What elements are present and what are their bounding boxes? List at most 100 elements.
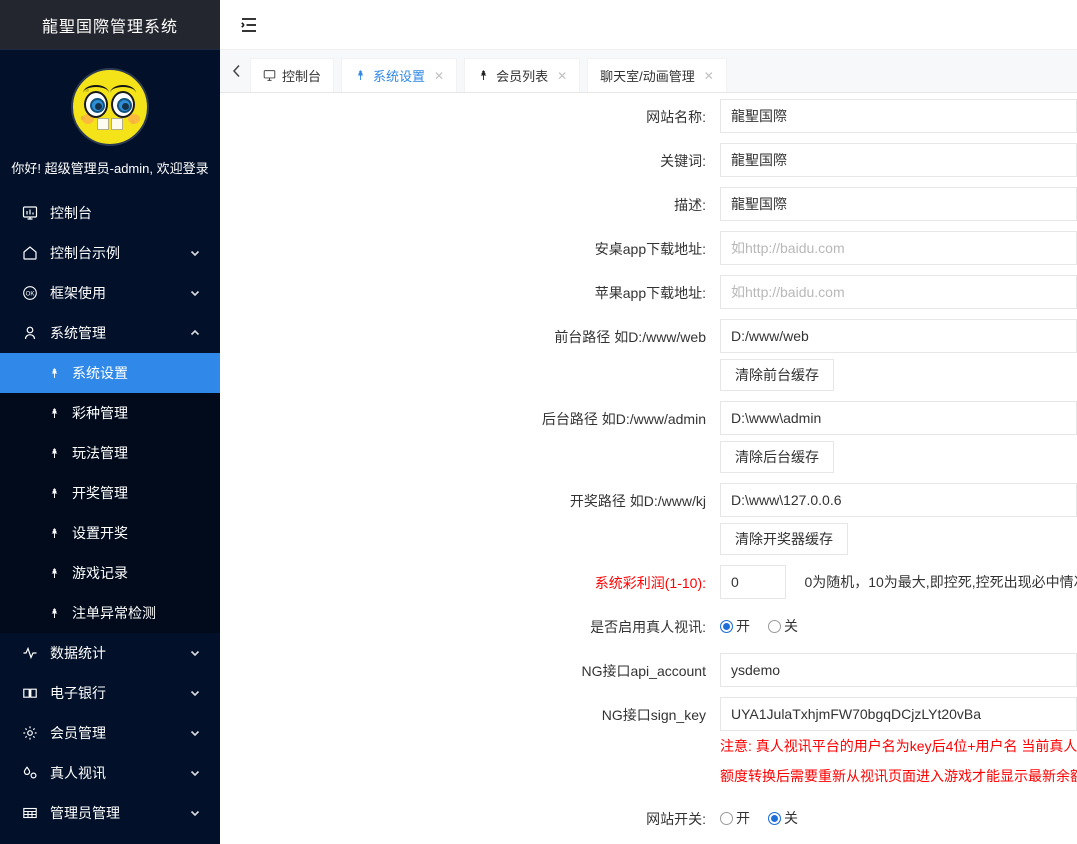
- tab-system-settings[interactable]: 系统设置 ✕: [341, 58, 457, 92]
- tab-label: 会员列表: [496, 66, 548, 85]
- sidebar-item-system[interactable]: 系统管理: [0, 313, 220, 353]
- field-label: 网站名称:: [220, 99, 720, 127]
- field-row-front-path: 前台路径 如D:/www/web 清除前台缓存: [220, 319, 1077, 391]
- sidebar-item-ebank[interactable]: 电子银行: [0, 673, 220, 713]
- tab-label: 控制台: [282, 66, 321, 85]
- tab-member-list[interactable]: 会员列表 ✕: [464, 58, 580, 92]
- sidebar-item-statistics[interactable]: 数据统计: [0, 633, 220, 673]
- sidebar-item-console-demo[interactable]: 控制台示例: [0, 233, 220, 273]
- chevron-down-icon[interactable]: [188, 766, 202, 780]
- clear-front-cache-button[interactable]: 清除前台缓存: [720, 359, 834, 391]
- sidebar-subitem-label: 开奖管理: [72, 483, 128, 503]
- clear-lottery-cache-button[interactable]: 清除开奖器缓存: [720, 523, 848, 555]
- sidebar-item-label: 真人视讯: [50, 763, 188, 783]
- sidebar-item-console[interactable]: 控制台: [0, 193, 220, 233]
- chevron-down-icon[interactable]: [188, 246, 202, 260]
- sidebar-item-admin-management[interactable]: 管理员管理: [0, 793, 220, 833]
- sidebar-item-system-settings[interactable]: 系统设置: [0, 353, 220, 393]
- close-icon[interactable]: ✕: [434, 69, 444, 83]
- ok-badge-icon: OK: [20, 283, 40, 303]
- chevron-down-icon[interactable]: [188, 286, 202, 300]
- live-video-radio-on[interactable]: 开: [720, 616, 750, 636]
- user-icon: [20, 323, 40, 343]
- main-area: 控制台 系统设置 ✕ 会员列表 ✕ 聊天室/动画管理 ✕: [220, 0, 1077, 844]
- sidebar-item-bet-anomaly[interactable]: 注单异常检测: [0, 593, 220, 633]
- front-path-input[interactable]: [720, 319, 1077, 353]
- radio-label: 关: [784, 616, 798, 636]
- site-switch-radio-group: 开 关: [720, 801, 1077, 835]
- field-row-profit: 系统彩利润(1-10): 0为随机，10为最大,即控死,控死出现必中情况会造成前…: [220, 565, 1077, 599]
- admin-path-input[interactable]: [720, 401, 1077, 435]
- live-video-radio-off[interactable]: 关: [768, 616, 798, 636]
- sidebar-item-label: 控制台: [50, 203, 188, 223]
- sidebar-submenu-system: 系统设置 彩种管理 玩法管理: [0, 353, 220, 633]
- profit-hint: 0为随机，10为最大,即控死,控死出现必中情况会造成前台不开奖，一般设置为1: [804, 565, 1077, 599]
- avatar-pupil: [122, 103, 129, 110]
- sidebar-item-set-draw[interactable]: 设置开奖: [0, 513, 220, 553]
- chevron-left-icon[interactable]: [224, 50, 250, 92]
- site-name-input[interactable]: [720, 99, 1077, 133]
- close-icon[interactable]: ✕: [557, 69, 567, 83]
- avatar[interactable]: [71, 68, 149, 146]
- field-label: NG接口api_account: [220, 653, 720, 681]
- sidebar-item-game-records[interactable]: 游戏记录: [0, 553, 220, 593]
- sidebar-item-framework[interactable]: OK 框架使用: [0, 273, 220, 313]
- android-app-url-input[interactable]: [720, 231, 1077, 265]
- ng-api-account-input[interactable]: [720, 653, 1077, 687]
- chevron-down-icon[interactable]: [188, 646, 202, 660]
- sidebar-subitem-label: 玩法管理: [72, 443, 128, 463]
- sidebar-item-play-rules[interactable]: 玩法管理: [0, 433, 220, 473]
- profit-input[interactable]: [720, 565, 786, 599]
- field-row-keywords: 关键词:: [220, 143, 1077, 177]
- field-label: 后台路径 如D:/www/admin: [220, 401, 720, 429]
- ng-sign-key-input[interactable]: [720, 697, 1077, 731]
- field-label: 苹果app下载地址:: [220, 275, 720, 303]
- sidebar-item-lottery-type[interactable]: 彩种管理: [0, 393, 220, 433]
- lottery-path-input[interactable]: [720, 483, 1077, 517]
- clear-admin-cache-button[interactable]: 清除后台缓存: [720, 441, 834, 473]
- keywords-input[interactable]: [720, 143, 1077, 177]
- sidebar-item-label: 电子银行: [50, 683, 188, 703]
- sidebar-subitem-label: 系统设置: [72, 363, 128, 383]
- radio-dot: [768, 812, 781, 825]
- field-label: 是否启用真人视讯:: [220, 609, 720, 637]
- tree-icon: [46, 365, 62, 381]
- tab-chatroom-animation[interactable]: 聊天室/动画管理 ✕: [587, 58, 727, 92]
- tree-icon: [46, 445, 62, 461]
- sidebar-item-draw-management[interactable]: 开奖管理: [0, 473, 220, 513]
- field-label: 开奖路径 如D:/www/kj: [220, 483, 720, 511]
- field-row-ng-api-account: NG接口api_account: [220, 653, 1077, 687]
- chevron-down-icon[interactable]: [188, 686, 202, 700]
- field-label: 前台路径 如D:/www/web: [220, 319, 720, 347]
- avatar-eye: [111, 91, 135, 118]
- sidebar-subitem-label: 注单异常检测: [72, 603, 156, 623]
- chevron-down-icon[interactable]: [188, 726, 202, 740]
- ios-app-url-input[interactable]: [720, 275, 1077, 309]
- tree-icon: [46, 485, 62, 501]
- pulse-icon: [20, 643, 40, 663]
- description-input[interactable]: [720, 187, 1077, 221]
- sidebar-logo-title: 龍聖国際管理系统: [42, 13, 178, 37]
- close-icon[interactable]: ✕: [704, 69, 714, 83]
- chevron-up-icon[interactable]: [188, 326, 202, 340]
- sidebar-item-label: 系统管理: [50, 323, 188, 343]
- field-label: 系统彩利润(1-10):: [220, 565, 720, 593]
- site-switch-radio-on[interactable]: 开: [720, 808, 750, 828]
- sidebar: 龍聖国際管理系统: [0, 0, 220, 844]
- tree-icon: [46, 405, 62, 421]
- site-switch-radio-off[interactable]: 关: [768, 808, 798, 828]
- sidebar-logo[interactable]: 龍聖国際管理系统: [0, 0, 220, 50]
- collapse-sidebar-icon[interactable]: [234, 10, 264, 40]
- ng-sign-key-note-line2: 额度转换后需要重新从视讯页面进入游戏才能显示最新余额: [720, 761, 1077, 791]
- sidebar-item-label: 管理员管理: [50, 803, 188, 823]
- tab-console[interactable]: 控制台: [250, 58, 334, 92]
- sidebar-item-label: 控制台示例: [50, 243, 188, 263]
- sidebar-subitem-label: 彩种管理: [72, 403, 128, 423]
- tree-icon: [46, 605, 62, 621]
- sidebar-item-members[interactable]: 会员管理: [0, 713, 220, 753]
- tab-label: 系统设置: [373, 66, 425, 85]
- sidebar-subitem-label: 游戏记录: [72, 563, 128, 583]
- chevron-down-icon[interactable]: [188, 806, 202, 820]
- radio-dot: [720, 620, 733, 633]
- sidebar-item-live-video[interactable]: 真人视讯: [0, 753, 220, 793]
